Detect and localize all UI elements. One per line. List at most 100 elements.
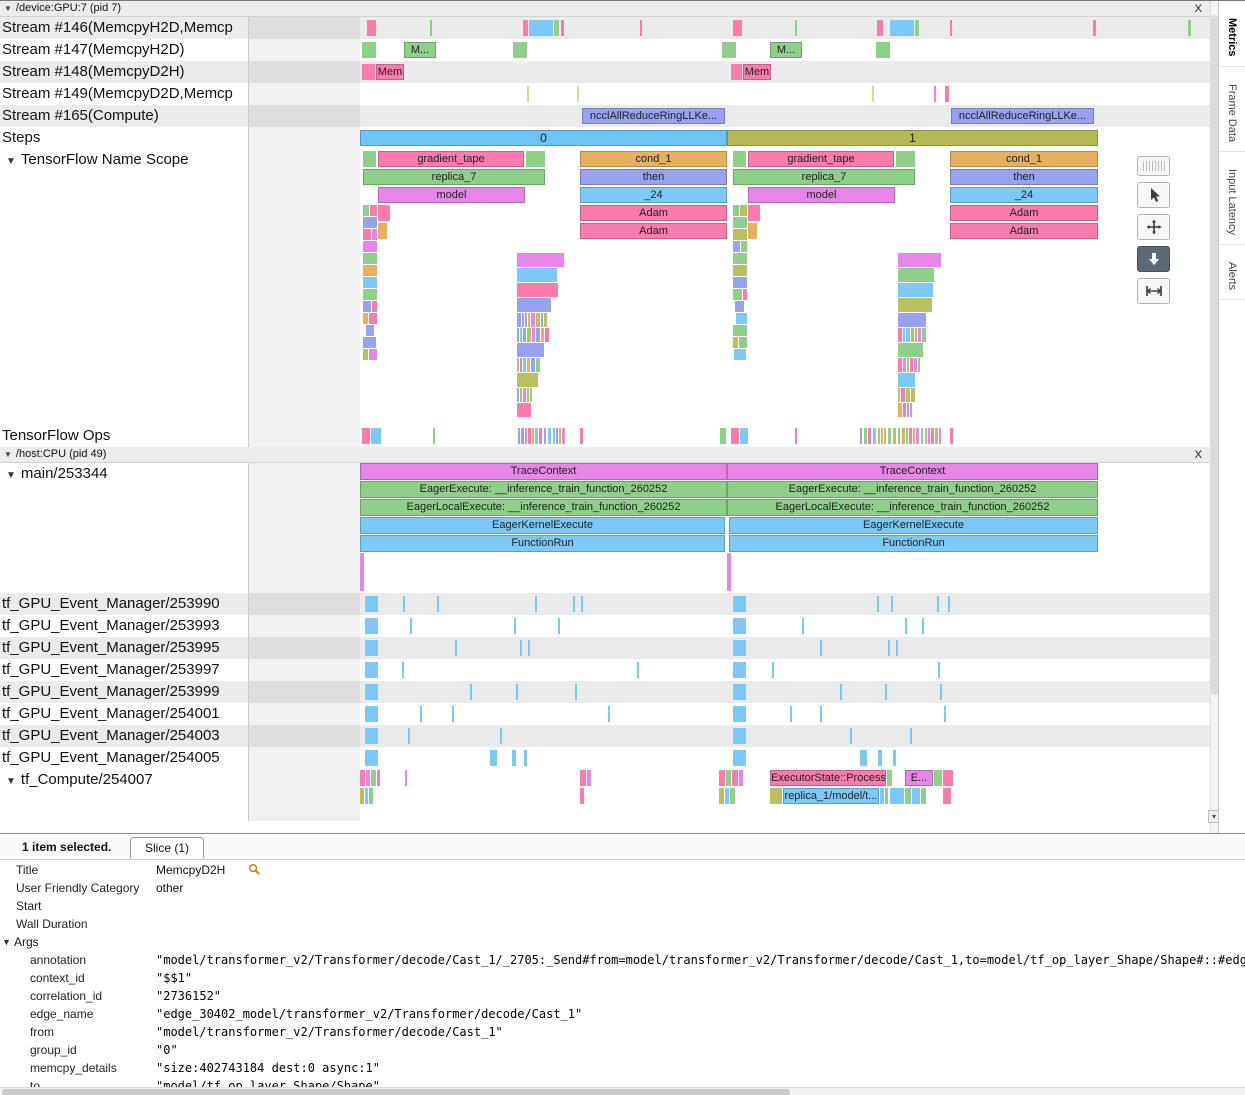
- track-label[interactable]: ▼tf_Compute/254007: [0, 771, 153, 788]
- trace-event-fragment[interactable]: [888, 640, 890, 656]
- trace-event-fragment[interactable]: [864, 428, 867, 444]
- collapse-triangle-icon[interactable]: ▼: [4, 4, 12, 13]
- trace-event-fragment[interactable]: [371, 770, 376, 786]
- trace-event-fragment[interactable]: [898, 403, 902, 417]
- trace-event-fragment[interactable]: [437, 596, 439, 612]
- trace-event-fragment[interactable]: [719, 788, 724, 804]
- trace-event[interactable]: model: [378, 187, 525, 203]
- trace-event-fragment[interactable]: [517, 298, 551, 312]
- trace-event-fragment[interactable]: [525, 313, 527, 327]
- trace-event[interactable]: TraceContext: [360, 463, 727, 480]
- trace-event-fragment[interactable]: [906, 328, 910, 342]
- trace-event-fragment[interactable]: [525, 428, 527, 444]
- trace-event-fragment[interactable]: [580, 428, 583, 444]
- trace-event-fragment[interactable]: [885, 788, 888, 804]
- trace-event-fragment[interactable]: [539, 428, 542, 444]
- trace-event[interactable]: FunctionRun: [729, 535, 1098, 552]
- trace-event-fragment[interactable]: [910, 358, 913, 372]
- trace-event-fragment[interactable]: [561, 20, 564, 36]
- trace-event-fragment[interactable]: [931, 428, 934, 444]
- trace-event-fragment[interactable]: [741, 241, 747, 252]
- trace-event-fragment[interactable]: [770, 788, 782, 804]
- trace-event-fragment[interactable]: [640, 20, 642, 36]
- trace-event-fragment[interactable]: [891, 596, 893, 612]
- collapse-triangle-icon[interactable]: ▼: [2, 933, 11, 951]
- trace-event-fragment[interactable]: [943, 788, 951, 804]
- trace-event-fragment[interactable]: [910, 403, 912, 417]
- trace-event-fragment[interactable]: [535, 596, 537, 612]
- trace-event-fragment[interactable]: [878, 750, 882, 766]
- trace-event[interactable]: replica_7: [733, 169, 915, 185]
- trace-event-fragment[interactable]: [536, 328, 540, 342]
- trace-event-fragment[interactable]: [944, 706, 946, 722]
- trace-event-fragment[interactable]: [363, 289, 377, 300]
- trace-event-fragment[interactable]: [802, 618, 804, 634]
- trace-event-fragment[interactable]: [541, 328, 544, 342]
- trace-event-fragment[interactable]: [363, 151, 376, 167]
- trace-event-fragment[interactable]: [733, 640, 746, 656]
- trace-event-fragment[interactable]: [365, 706, 378, 722]
- trace-event-fragment[interactable]: [378, 205, 390, 221]
- trace-event-fragment[interactable]: [531, 358, 535, 372]
- trace-event[interactable]: TraceContext: [727, 463, 1098, 480]
- trace-event-fragment[interactable]: [928, 428, 930, 444]
- track-label[interactable]: ▼main/253344: [0, 465, 108, 482]
- trace-event-fragment[interactable]: [360, 770, 365, 786]
- trace-event-fragment[interactable]: [420, 706, 422, 722]
- trace-event-fragment[interactable]: [581, 596, 583, 612]
- trace-event-fragment[interactable]: [500, 728, 502, 744]
- trace-event[interactable]: gradient_tape: [748, 151, 894, 167]
- trace-event-fragment[interactable]: [915, 20, 919, 36]
- trace-event-fragment[interactable]: [470, 684, 472, 700]
- trace-event[interactable]: replica_1/model/t...: [783, 788, 879, 804]
- trace-event-fragment[interactable]: [943, 770, 953, 786]
- trace-event-fragment[interactable]: [365, 728, 378, 744]
- trace-event-fragment[interactable]: [740, 428, 748, 444]
- trace-event-fragment[interactable]: [365, 788, 368, 804]
- trace-event-fragment[interactable]: [820, 706, 822, 722]
- trace-event-fragment[interactable]: [562, 428, 565, 444]
- trace-event-fragment[interactable]: [907, 403, 909, 417]
- trace-event-fragment[interactable]: [408, 728, 410, 744]
- trace-event-fragment[interactable]: [430, 20, 432, 36]
- trace-event-fragment[interactable]: [363, 241, 377, 252]
- trace-event-fragment[interactable]: [370, 205, 377, 216]
- trace-event-fragment[interactable]: [363, 277, 377, 288]
- trace-event-fragment[interactable]: [748, 205, 760, 221]
- trace-event[interactable]: _24: [950, 187, 1098, 203]
- trace-event-fragment[interactable]: [517, 268, 557, 282]
- trace-event[interactable]: ncclAllReduceRingLLKe...: [582, 108, 725, 124]
- trace-event-fragment[interactable]: [433, 428, 435, 444]
- trace-event-fragment[interactable]: [377, 770, 380, 786]
- trace-event-fragment[interactable]: [526, 151, 545, 167]
- trace-event[interactable]: FunctionRun: [360, 535, 725, 552]
- trace-event-fragment[interactable]: [896, 640, 898, 656]
- cursor-tool-button[interactable]: [1137, 182, 1170, 208]
- trace-event-fragment[interactable]: [523, 328, 526, 342]
- trace-event-fragment[interactable]: [727, 553, 731, 591]
- trace-event-fragment[interactable]: [905, 618, 907, 634]
- trace-event-fragment[interactable]: [907, 358, 909, 372]
- trace-event-fragment[interactable]: [725, 788, 729, 804]
- trace-event-fragment[interactable]: [873, 428, 876, 444]
- trace-event[interactable]: then: [950, 169, 1098, 185]
- trace-event-fragment[interactable]: [513, 42, 527, 58]
- trace-event-fragment[interactable]: [918, 358, 920, 372]
- trace-event-fragment[interactable]: [517, 373, 538, 387]
- trace-event-fragment[interactable]: [898, 428, 900, 444]
- trace-event-fragment[interactable]: [939, 428, 941, 444]
- trace-event-fragment[interactable]: [860, 428, 862, 444]
- trace-event-fragment[interactable]: [520, 358, 522, 372]
- trace-event-fragment[interactable]: [911, 328, 914, 342]
- trace-event-fragment[interactable]: [872, 86, 874, 102]
- trace-event[interactable]: Mem: [376, 64, 404, 80]
- trace-event-fragment[interactable]: [523, 20, 528, 36]
- trace-event-fragment[interactable]: [366, 325, 374, 336]
- trace-event-fragment[interactable]: [934, 86, 936, 102]
- trace-event-fragment[interactable]: [898, 373, 915, 387]
- trace-event[interactable]: Adam: [950, 205, 1098, 221]
- trace-event-fragment[interactable]: [529, 20, 553, 36]
- trace-event-fragment[interactable]: [934, 770, 942, 786]
- trace-event[interactable]: Adam: [950, 223, 1098, 239]
- collapse-triangle-icon[interactable]: ▼: [6, 470, 16, 481]
